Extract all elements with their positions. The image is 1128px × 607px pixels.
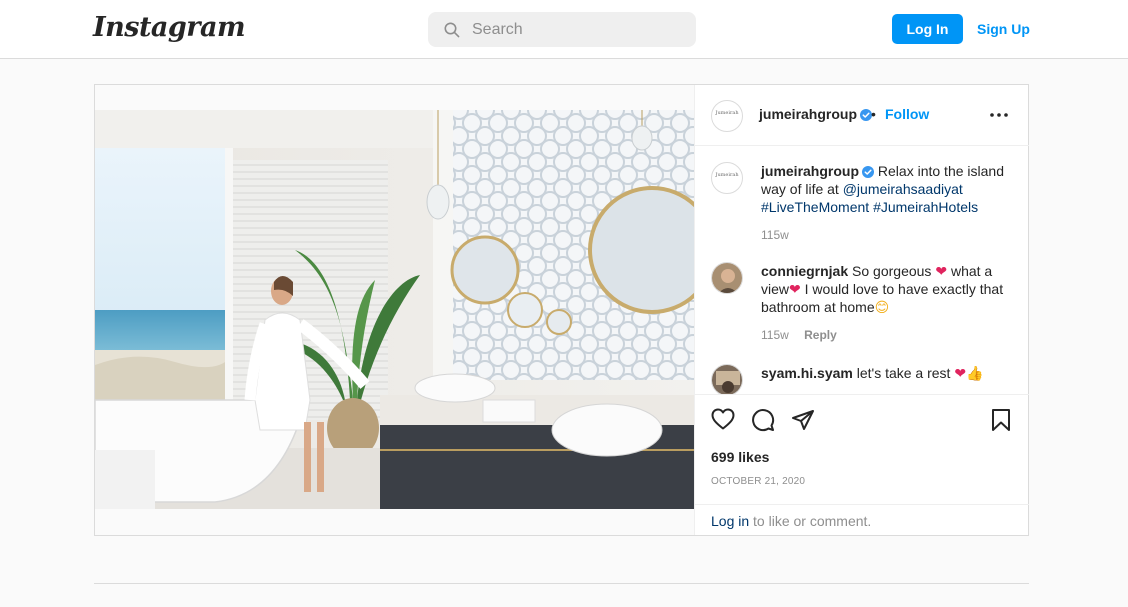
- reply-button[interactable]: Reply: [804, 328, 837, 342]
- login-button[interactable]: Log In: [892, 14, 963, 44]
- signup-link[interactable]: Sign Up: [977, 14, 1030, 44]
- caption-avatar[interactable]: Jumeirah: [711, 162, 743, 194]
- author-username-row: jumeirahgroup: [759, 106, 873, 122]
- thumbs-up-emoji: 👍: [966, 365, 984, 381]
- post-media[interactable]: [95, 85, 694, 535]
- heart-emoji: ❤: [935, 263, 948, 279]
- caption-meta: 115w: [761, 226, 1015, 244]
- smile-emoji: 😊: [874, 299, 890, 315]
- post-date[interactable]: October 21, 2020: [711, 476, 805, 487]
- commenter-avatar[interactable]: [711, 262, 743, 294]
- like-count[interactable]: 699 likes: [711, 449, 769, 465]
- comment-text: So gorgeous: [852, 263, 932, 279]
- more-options-icon[interactable]: [990, 113, 1008, 117]
- heart-icon[interactable]: [711, 408, 735, 430]
- post-card: Jumeirah jumeirahgroup • Follow Jumeirah: [94, 84, 1029, 536]
- search-input[interactable]: [472, 12, 682, 47]
- brand-wordmark: Jumeirah: [715, 110, 739, 116]
- caption-mention[interactable]: @jumeirahsaadiyat: [843, 181, 963, 197]
- caption-time[interactable]: 115w: [761, 228, 789, 242]
- brand-wordmark: Jumeirah: [715, 172, 739, 178]
- avatar-photo: [712, 365, 742, 394]
- comment-icon[interactable]: [751, 408, 775, 432]
- comment-text: let's take a rest: [856, 365, 951, 381]
- caption-body: jumeirahgroup Relax into the island way …: [761, 162, 1015, 244]
- comment-time[interactable]: 115w: [761, 328, 789, 342]
- caption-username[interactable]: jumeirahgroup: [761, 163, 859, 179]
- post-photo: [95, 110, 694, 509]
- verified-badge-icon: [862, 166, 875, 178]
- post-sidebar: Jumeirah jumeirahgroup • Follow Jumeirah: [694, 85, 1029, 535]
- author-avatar[interactable]: Jumeirah: [711, 100, 743, 132]
- search-box[interactable]: [428, 12, 696, 47]
- avatar-photo: [712, 263, 742, 293]
- login-link[interactable]: Log in: [711, 513, 749, 529]
- comment-username[interactable]: syam.hi.syam: [761, 365, 853, 381]
- top-nav: Instagram Log In Sign Up: [0, 0, 1128, 59]
- commenter-avatar[interactable]: [711, 364, 743, 394]
- post-actions: [695, 394, 1029, 434]
- login-prompt: Log in to like or comment.: [695, 504, 1029, 535]
- comment-username[interactable]: conniegrnjak: [761, 263, 848, 279]
- comment-body: conniegrnjak So gorgeous ❤ what a view❤ …: [761, 262, 1015, 344]
- caption-hashtag[interactable]: #LiveTheMoment: [761, 199, 869, 215]
- caption-hashtag[interactable]: #JumeirahHotels: [873, 199, 978, 215]
- heart-emoji: ❤: [789, 281, 801, 297]
- comment-body: syam.hi.syam let's take a rest ❤👍: [761, 364, 1015, 382]
- comments-section: Jumeirah jumeirahgroup Relax into the is…: [695, 146, 1029, 394]
- separator-dot: •: [871, 106, 876, 122]
- search-icon: [444, 22, 460, 38]
- heart-emoji: ❤: [954, 365, 967, 381]
- share-icon[interactable]: [791, 408, 815, 432]
- follow-button[interactable]: Follow: [885, 106, 929, 122]
- bookmark-icon[interactable]: [991, 408, 1011, 432]
- comment-meta: 115w Reply: [761, 326, 1015, 344]
- post-header: Jumeirah jumeirahgroup • Follow: [695, 85, 1029, 146]
- footer-divider: [94, 583, 1029, 584]
- login-prompt-text: to like or comment.: [753, 513, 872, 529]
- author-username[interactable]: jumeirahgroup: [759, 106, 857, 122]
- instagram-logo[interactable]: Instagram: [93, 12, 246, 43]
